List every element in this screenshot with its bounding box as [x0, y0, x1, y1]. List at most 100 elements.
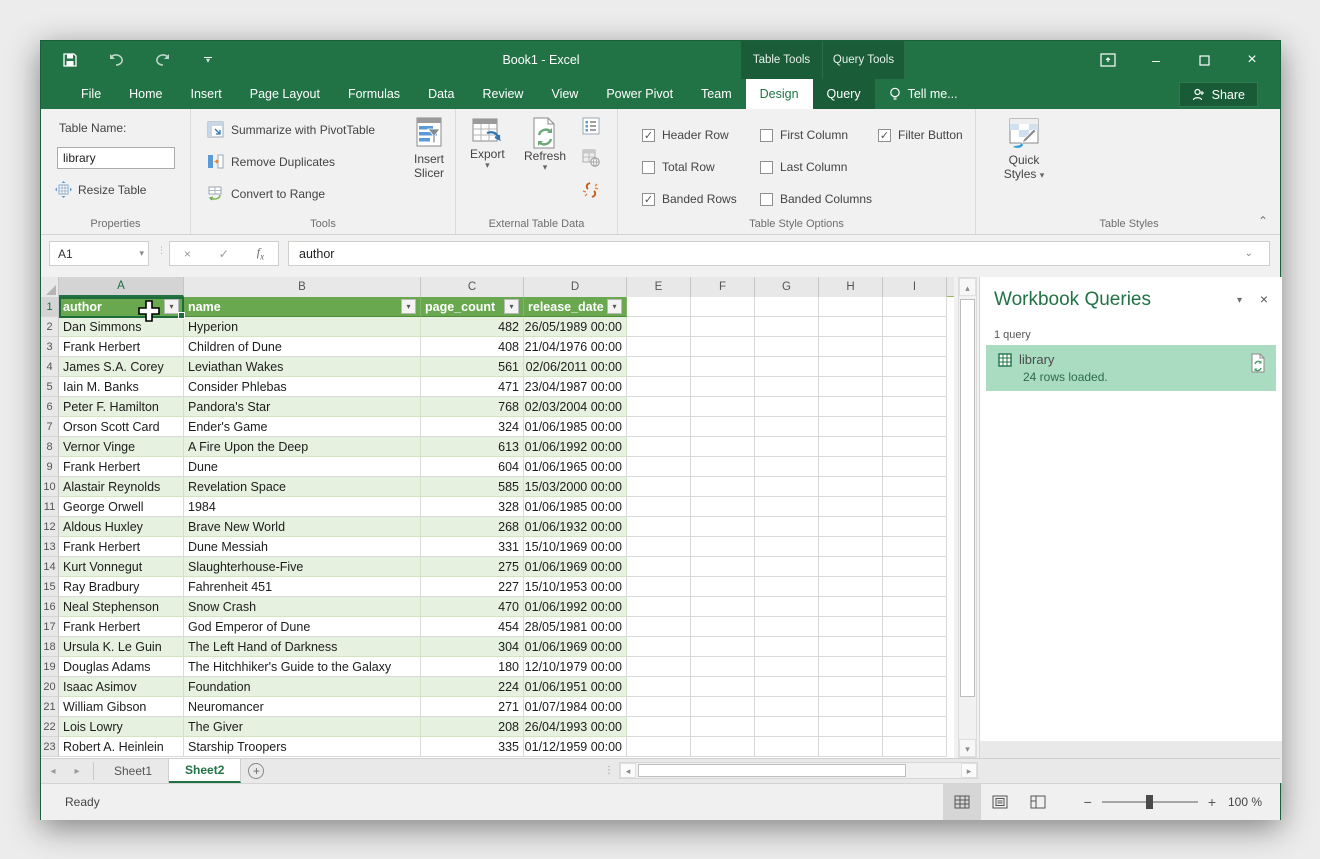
- cell-name[interactable]: Pandora's Star: [184, 397, 421, 417]
- horizontal-scrollbar[interactable]: ◂ ▸: [619, 762, 978, 779]
- empty-cell[interactable]: [819, 437, 883, 457]
- checkbox-banded-columns[interactable]: Banded Columns: [760, 192, 878, 206]
- cell-page_count[interactable]: 470: [421, 597, 524, 617]
- empty-cell[interactable]: [755, 477, 819, 497]
- cell-name[interactable]: Snow Crash: [184, 597, 421, 617]
- cell-name[interactable]: The Hitchhiker's Guide to the Galaxy: [184, 657, 421, 677]
- filter-dropdown-icon[interactable]: ▾: [607, 299, 622, 314]
- empty-cell[interactable]: [819, 497, 883, 517]
- empty-cell[interactable]: [691, 497, 755, 517]
- cell-author[interactable]: Frank Herbert: [59, 457, 184, 477]
- empty-cell[interactable]: [883, 617, 947, 637]
- vertical-scrollbar-thumb[interactable]: [960, 299, 975, 697]
- empty-cell[interactable]: [883, 597, 947, 617]
- empty-cell[interactable]: [627, 617, 691, 637]
- empty-cell[interactable]: [883, 557, 947, 577]
- open-in-browser-button[interactable]: [582, 149, 600, 167]
- empty-cell[interactable]: [883, 637, 947, 657]
- scroll-down-icon[interactable]: ▾: [959, 739, 976, 757]
- empty-cell[interactable]: [819, 637, 883, 657]
- cell-name[interactable]: The Left Hand of Darkness: [184, 637, 421, 657]
- cell-release_date[interactable]: 01/06/1969 00:00: [524, 557, 627, 577]
- empty-cell[interactable]: [819, 617, 883, 637]
- data-range-properties-button[interactable]: [582, 117, 600, 135]
- tab-review[interactable]: Review: [468, 79, 537, 109]
- table-header-cell-name[interactable]: name▾: [184, 297, 421, 317]
- empty-cell[interactable]: [755, 457, 819, 477]
- empty-cell[interactable]: [819, 697, 883, 717]
- row-header-14[interactable]: 14: [41, 557, 59, 577]
- empty-cell[interactable]: [755, 577, 819, 597]
- empty-cell[interactable]: [627, 357, 691, 377]
- cell-release_date[interactable]: 01/07/1984 00:00: [524, 697, 627, 717]
- empty-cell[interactable]: [691, 537, 755, 557]
- vertical-scrollbar[interactable]: ▴ ▾: [958, 277, 977, 758]
- row-header-4[interactable]: 4: [41, 357, 59, 377]
- undo-button[interactable]: [105, 49, 127, 71]
- column-header-B[interactable]: B: [184, 277, 421, 297]
- empty-cell[interactable]: [691, 697, 755, 717]
- row-header-10[interactable]: 10: [41, 477, 59, 497]
- cell-page_count[interactable]: 408: [421, 337, 524, 357]
- empty-cell[interactable]: [883, 677, 947, 697]
- row-header-11[interactable]: 11: [41, 497, 59, 517]
- empty-cell[interactable]: [691, 557, 755, 577]
- row-header-3[interactable]: 3: [41, 337, 59, 357]
- cell-name[interactable]: God Emperor of Dune: [184, 617, 421, 637]
- table-header-cell-author[interactable]: author▾: [59, 297, 184, 317]
- empty-cell[interactable]: [691, 337, 755, 357]
- empty-cell[interactable]: [691, 377, 755, 397]
- cell-name[interactable]: Hyperion: [184, 317, 421, 337]
- save-button[interactable]: [59, 49, 81, 71]
- column-header-I[interactable]: I: [883, 277, 947, 297]
- row-header-6[interactable]: 6: [41, 397, 59, 417]
- tab-home[interactable]: Home: [115, 79, 176, 109]
- tab-view[interactable]: View: [537, 79, 592, 109]
- empty-cell[interactable]: [755, 637, 819, 657]
- empty-cell[interactable]: [883, 717, 947, 737]
- cell-author[interactable]: Alastair Reynolds: [59, 477, 184, 497]
- empty-cell[interactable]: [819, 717, 883, 737]
- cell-page_count[interactable]: 604: [421, 457, 524, 477]
- cell-name[interactable]: Neuromancer: [184, 697, 421, 717]
- cell-name[interactable]: Fahrenheit 451: [184, 577, 421, 597]
- summarize-with-pivottable-button[interactable]: Summarize with PivotTable: [207, 121, 375, 138]
- cell-page_count[interactable]: 328: [421, 497, 524, 517]
- empty-cell[interactable]: [691, 737, 755, 757]
- table-name-input[interactable]: [57, 147, 175, 169]
- cell-author[interactable]: Lois Lowry: [59, 717, 184, 737]
- row-header-19[interactable]: 19: [41, 657, 59, 677]
- empty-cell[interactable]: [755, 317, 819, 337]
- column-header-E[interactable]: E: [627, 277, 691, 297]
- empty-cell[interactable]: [755, 517, 819, 537]
- tab-page-layout[interactable]: Page Layout: [236, 79, 334, 109]
- column-header-G[interactable]: G: [755, 277, 819, 297]
- cell-page_count[interactable]: 471: [421, 377, 524, 397]
- cell-release_date[interactable]: 01/06/1932 00:00: [524, 517, 627, 537]
- select-all-corner[interactable]: [41, 277, 59, 297]
- tab-file[interactable]: File: [67, 79, 115, 109]
- empty-cell[interactable]: [755, 337, 819, 357]
- empty-cell[interactable]: [627, 517, 691, 537]
- row-header-7[interactable]: 7: [41, 417, 59, 437]
- empty-cell[interactable]: [755, 377, 819, 397]
- minimize-button[interactable]: –: [1136, 45, 1176, 75]
- empty-cell[interactable]: [691, 317, 755, 337]
- row-header-17[interactable]: 17: [41, 617, 59, 637]
- empty-cell[interactable]: [883, 537, 947, 557]
- cell-page_count[interactable]: 224: [421, 677, 524, 697]
- previous-sheet-icon[interactable]: ◂: [41, 759, 65, 783]
- row-header-22[interactable]: 22: [41, 717, 59, 737]
- row-header-2[interactable]: 2: [41, 317, 59, 337]
- cell-name[interactable]: Leviathan Wakes: [184, 357, 421, 377]
- enter-formula-button[interactable]: ✓: [219, 247, 229, 261]
- cell-release_date[interactable]: 15/10/1969 00:00: [524, 537, 627, 557]
- cell-author[interactable]: Ray Bradbury: [59, 577, 184, 597]
- empty-cell[interactable]: [755, 397, 819, 417]
- cell-release_date[interactable]: 15/03/2000 00:00: [524, 477, 627, 497]
- empty-cell[interactable]: [819, 357, 883, 377]
- cell-author[interactable]: Frank Herbert: [59, 617, 184, 637]
- empty-cell[interactable]: [691, 297, 755, 317]
- empty-cell[interactable]: [883, 297, 947, 317]
- export-button[interactable]: Export ▾: [470, 117, 505, 169]
